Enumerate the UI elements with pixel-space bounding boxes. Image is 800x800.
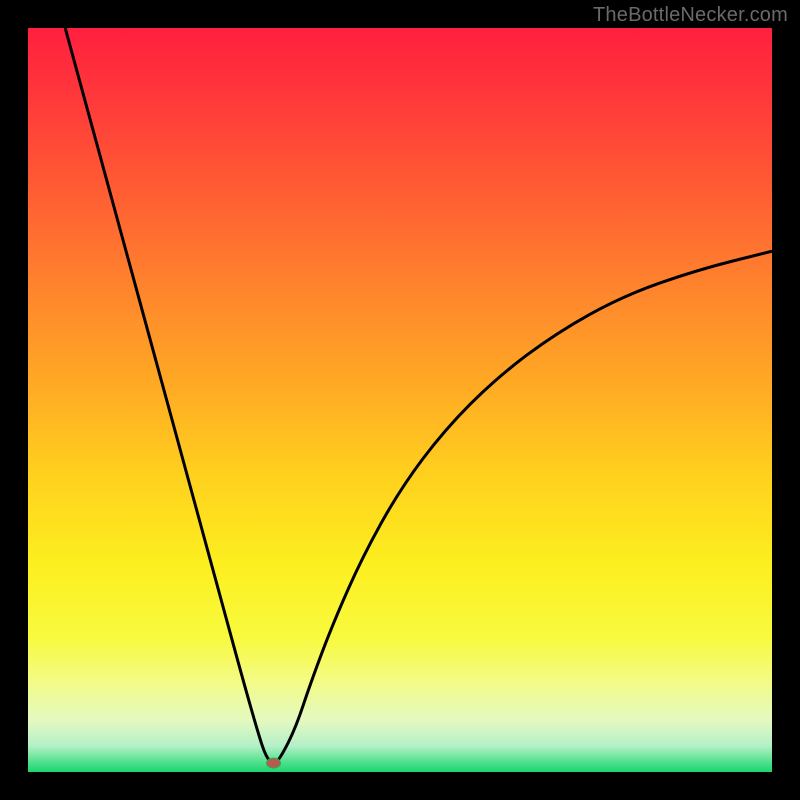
optimum-marker xyxy=(267,758,281,768)
watermark-text: TheBottleNecker.com xyxy=(593,4,788,27)
chart-frame: TheBottleNecker.com xyxy=(0,0,800,800)
plot-area xyxy=(28,28,772,772)
curve-path xyxy=(65,28,772,763)
bottleneck-curve xyxy=(28,28,772,772)
